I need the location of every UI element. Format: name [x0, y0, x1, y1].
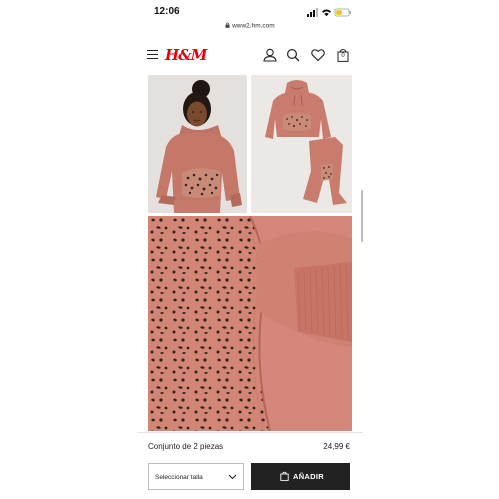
add-to-bag-button[interactable]: AÑADIR: [251, 463, 350, 490]
add-to-bag-label: AÑADIR: [293, 472, 324, 481]
size-select-label: Seleccionar talla: [155, 474, 203, 481]
product-price: 24,99 €: [323, 442, 350, 451]
heart-icon[interactable]: [311, 48, 325, 62]
status-bar: 12:06: [137, 0, 363, 22]
cart-button[interactable]: 0: [337, 48, 351, 62]
chevron-down-icon: [228, 474, 237, 480]
lock-icon: [225, 22, 230, 28]
address-bar[interactable]: www2.hm.com: [137, 22, 363, 34]
cart-count: 0: [341, 53, 345, 59]
divider: [137, 432, 363, 433]
product-image-detail[interactable]: [148, 216, 352, 431]
size-select[interactable]: Seleccionar talla: [148, 463, 244, 490]
product-name: Conjunto de 2 piezas: [148, 442, 224, 451]
product-image-set[interactable]: [251, 75, 352, 213]
user-icon[interactable]: [263, 48, 277, 62]
url-text: www2.hm.com: [232, 22, 275, 30]
product-image-model[interactable]: [148, 75, 247, 213]
site-header: H&M 0: [137, 40, 363, 70]
search-icon[interactable]: [286, 48, 300, 62]
page-scrollbar[interactable]: [361, 190, 363, 242]
signal-wifi-battery-icon: [307, 8, 351, 17]
menu-icon[interactable]: [147, 50, 158, 59]
bag-icon: [280, 471, 289, 481]
phone-screen: 12:06 www2.hm.com H&M 0 Conjunto de 2 pi…: [137, 0, 363, 499]
hm-logo[interactable]: H&M: [165, 46, 207, 64]
status-time: 12:06: [154, 6, 180, 17]
